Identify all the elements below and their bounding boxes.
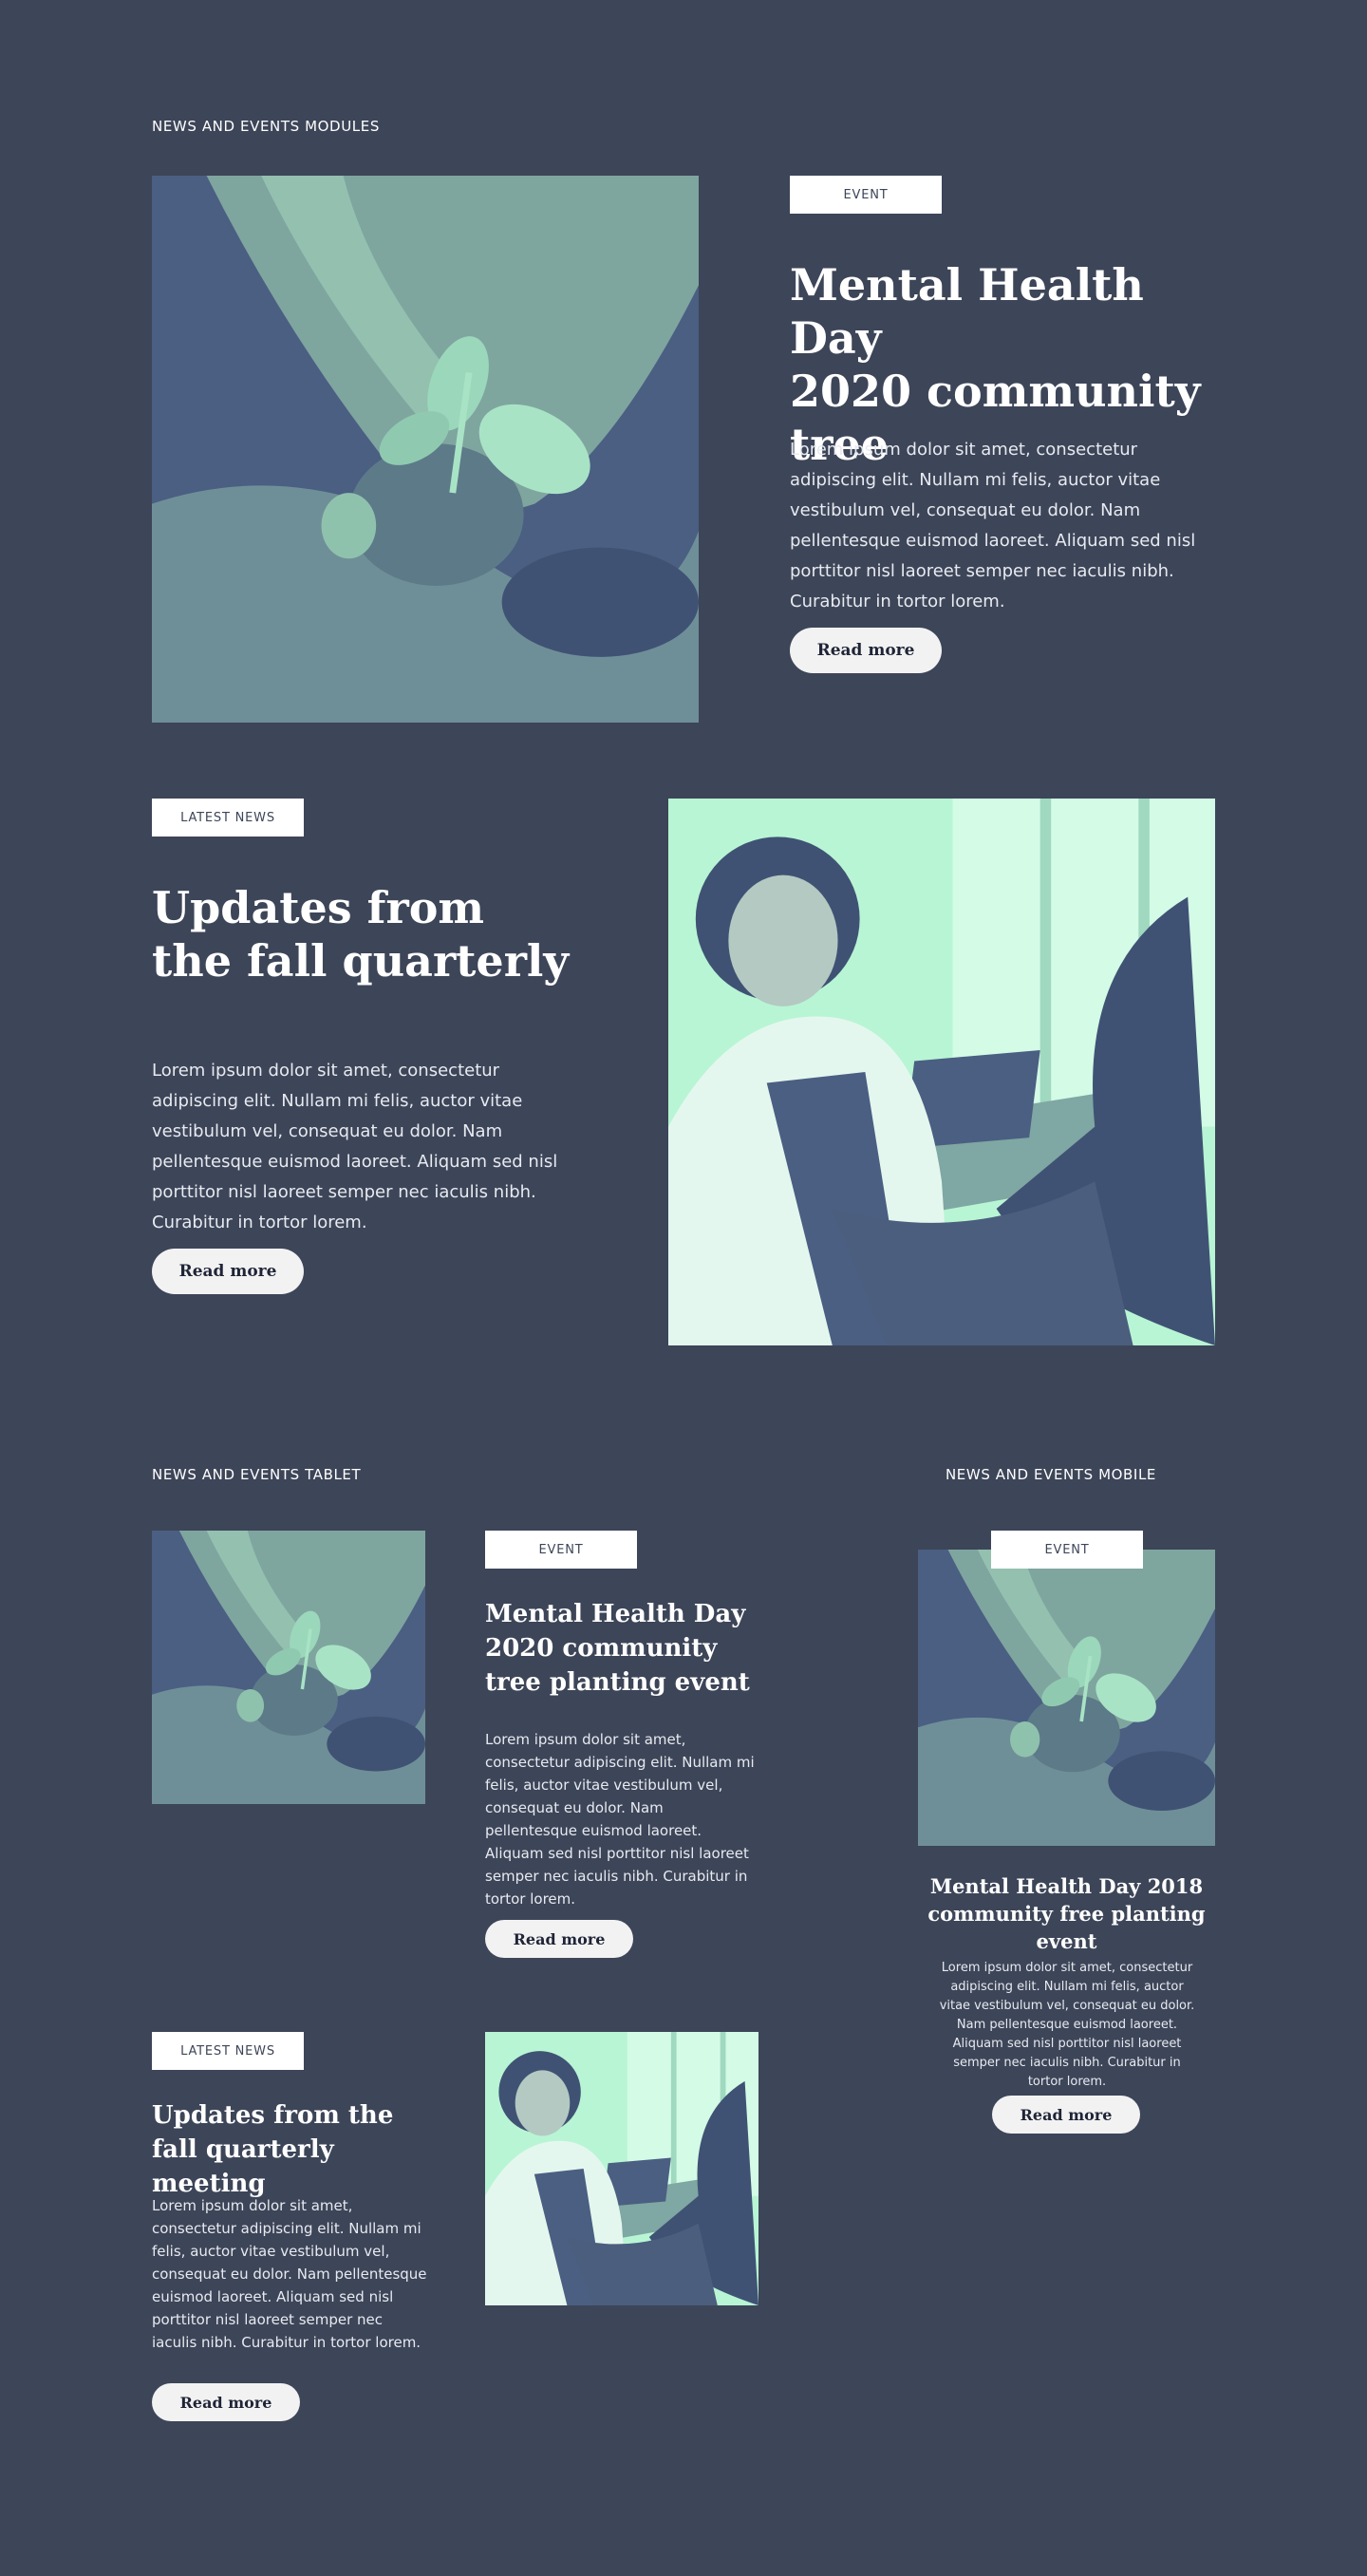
news-description: Lorem ipsum dolor sit amet, consectetur … [152, 1061, 558, 1232]
news-title-line-1: Updates from [152, 882, 485, 933]
tablet-plant-image [152, 1531, 425, 1804]
mobile-plant-image [918, 1550, 1215, 1846]
tablet-news-read-more-button[interactable]: Read more [152, 2383, 300, 2421]
business-meeting-image [668, 799, 1215, 1345]
news-read-more-button[interactable]: Read more [152, 1249, 304, 1294]
news-title: Updates from the fall quarterly [152, 881, 589, 987]
mobile-event-read-more-button[interactable]: Read more [992, 2096, 1140, 2134]
mobile-event-description: Lorem ipsum dolor sit amet, consectetur … [939, 1961, 1195, 2089]
section-heading-desktop: NEWS AND EVENTS MODULES [152, 118, 380, 135]
event-title-line-1: Mental Health Day [790, 259, 1144, 364]
event-description: Lorem ipsum dolor sit amet, consectetur … [790, 440, 1196, 611]
plant-in-hands-image [152, 176, 699, 723]
tablet-event-read-more-button[interactable]: Read more [485, 1920, 633, 1958]
tablet-event-tag: EVENT [485, 1531, 637, 1569]
section-heading-tablet: NEWS AND EVENTS TABLET [152, 1466, 362, 1483]
news-title-line-2: the fall quarterly [152, 935, 570, 987]
tablet-news-tag: LATEST NEWS [152, 2032, 304, 2070]
mobile-event-tag: EVENT [991, 1531, 1143, 1569]
tablet-news-title: Updates from the fall quarterly meeting [152, 2101, 394, 2198]
event-tag: EVENT [790, 176, 942, 214]
tablet-meeting-image [485, 2032, 758, 2305]
latest-news-tag: LATEST NEWS [152, 799, 304, 837]
event-read-more-button[interactable]: Read more [790, 628, 942, 673]
mobile-event-title: Mental Health Day 2018 community free pl… [927, 1874, 1206, 1953]
tablet-event-description: Lorem ipsum dolor sit amet, consectetur … [485, 1731, 755, 1908]
tablet-event-title: Mental Health Day 2020 community tree pl… [485, 1600, 750, 1697]
tablet-news-description: Lorem ipsum dolor sit amet, consectetur … [152, 2197, 427, 2351]
section-heading-mobile: NEWS AND EVENTS MOBILE [945, 1466, 1156, 1483]
